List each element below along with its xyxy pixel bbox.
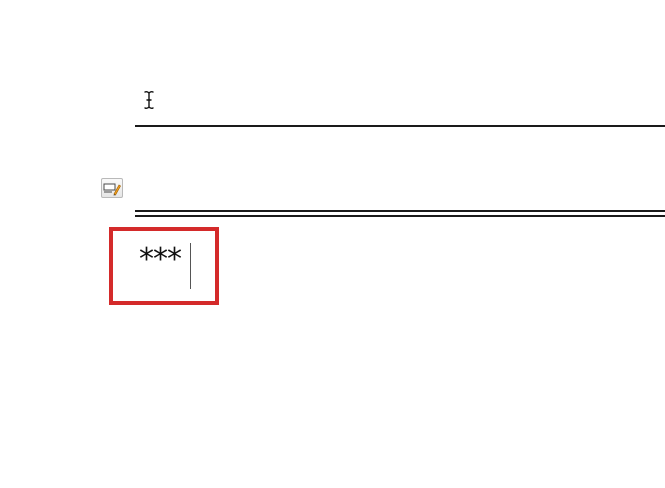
autocorrect-options-icon bbox=[103, 183, 121, 196]
autocorrect-options-button[interactable] bbox=[101, 178, 123, 198]
horizontal-rule-single bbox=[135, 125, 665, 127]
document-page[interactable]: *** bbox=[0, 0, 665, 488]
typed-text[interactable]: *** bbox=[139, 243, 182, 277]
text-caret bbox=[190, 243, 191, 289]
horizontal-rule-double bbox=[135, 210, 665, 217]
ibeam-cursor-icon bbox=[143, 90, 155, 110]
